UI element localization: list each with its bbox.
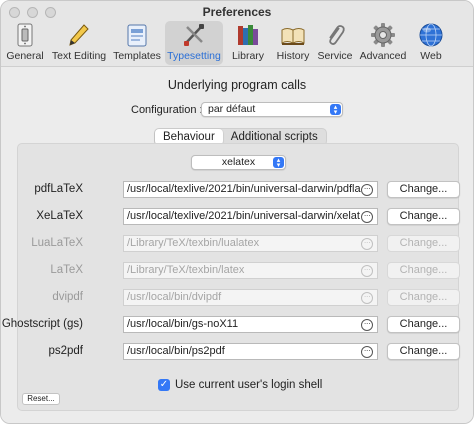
change-button-ghostscript[interactable]: Change...	[387, 316, 460, 333]
more-button-pdflatex[interactable]: ···	[358, 182, 376, 197]
toolbar-item-service[interactable]: Service	[316, 21, 354, 65]
change-button-latex: Change...	[387, 262, 460, 279]
login-shell-option[interactable]: ✓ Use current user's login shell	[158, 379, 322, 391]
toolbar-item-typesetting[interactable]: Typesetting	[165, 21, 223, 65]
preferences-window: Preferences General Text Editing Templat…	[0, 0, 474, 424]
pen-icon	[69, 24, 89, 46]
toolbar-item-advanced[interactable]: Advanced	[359, 21, 407, 65]
more-button-latex: ···	[358, 263, 376, 278]
toolbar-item-history[interactable]: History	[272, 21, 314, 65]
row-label-ghostscript: Ghostscript (gs)	[1, 318, 83, 330]
toolbar-label: Templates	[113, 50, 161, 62]
change-button-pdflatex[interactable]: Change...	[387, 181, 460, 198]
row-label-dvipdf: dvipdf	[52, 291, 83, 303]
configuration-label: Configuration :	[131, 104, 203, 116]
gear-icon	[371, 23, 395, 47]
page-title: Underlying program calls	[167, 78, 307, 92]
path-field-dvipdf: /usr/local/bin/dvipdf	[123, 289, 378, 306]
ellipsis-icon: ···	[361, 210, 373, 223]
change-button-dvipdf: Change...	[387, 289, 460, 306]
toolbar-item-text-editing[interactable]: Text Editing	[51, 21, 107, 65]
toolbar-label: Advanced	[359, 50, 407, 62]
change-button-ps2pdf[interactable]: Change...	[387, 343, 460, 360]
typesetting-tools-icon	[184, 24, 204, 46]
globe-icon	[419, 23, 443, 47]
engine-select[interactable]: xelatex ▴ ▾	[191, 155, 286, 170]
path-field-lualatex: /Library/TeX/texbin/lualatex	[123, 235, 378, 252]
toolbar-item-templates[interactable]: Templates	[111, 21, 163, 65]
more-button-ps2pdf[interactable]: ···	[358, 344, 376, 359]
preferences-toolbar: General Text Editing Templates Typesetti…	[1, 21, 473, 65]
path-field-xelatex[interactable]: /usr/local/texlive/2021/bin/universal-da…	[123, 208, 378, 225]
toolbar-item-library[interactable]: Library	[228, 21, 268, 65]
more-button-ghostscript[interactable]: ···	[358, 317, 376, 332]
light-switch-icon	[17, 23, 33, 47]
behaviour-panel: xelatex ▴ ▾ pdfLaTeX /usr/local/texlive/2…	[2, 143, 460, 411]
more-button-xelatex[interactable]: ···	[358, 209, 376, 224]
engine-value: xelatex	[221, 156, 256, 168]
row-label-xelatex: XeLaTeX	[36, 210, 83, 222]
open-book-icon	[281, 28, 305, 45]
path-field-ghostscript[interactable]: /usr/local/bin/gs-noX11	[123, 316, 378, 333]
titlebar: Preferences General Text Editing Templat…	[1, 1, 473, 67]
more-button-lualatex: ···	[358, 236, 376, 251]
row-label-ps2pdf: ps2pdf	[48, 345, 83, 357]
toolbar-label: History	[276, 50, 310, 62]
ellipsis-icon: ···	[361, 237, 373, 250]
typesetting-pane: Underlying program calls Configuration :…	[1, 67, 473, 423]
toolbar-label: Typesetting	[167, 50, 221, 62]
reset-button[interactable]: Reset...	[22, 393, 60, 405]
row-label-lualatex: LuaLaTeX	[31, 237, 83, 249]
chevron-updown-icon: ▴ ▾	[273, 157, 284, 169]
books-icon	[238, 25, 258, 45]
configuration-select[interactable]: par défaut ▴ ▾	[201, 102, 343, 117]
ellipsis-icon: ···	[361, 318, 373, 331]
ellipsis-icon: ···	[361, 264, 373, 277]
row-label-pdflatex: pdfLaTeX	[34, 183, 83, 195]
more-button-dvipdf: ···	[358, 290, 376, 305]
ellipsis-icon: ···	[361, 183, 373, 196]
change-button-xelatex[interactable]: Change...	[387, 208, 460, 225]
row-label-latex: LaTeX	[50, 264, 83, 276]
toolbar-label: Text Editing	[51, 50, 107, 62]
chevron-updown-icon: ▴ ▾	[330, 104, 341, 116]
login-shell-label: Use current user's login shell	[175, 379, 323, 391]
ellipsis-icon: ···	[361, 345, 373, 358]
path-field-ps2pdf[interactable]: /usr/local/bin/ps2pdf	[123, 343, 378, 360]
paperclip-icon	[329, 25, 345, 45]
toolbar-item-web[interactable]: Web	[415, 21, 447, 65]
path-field-latex: /Library/TeX/texbin/latex	[123, 262, 378, 279]
window-title: Preferences	[202, 5, 272, 19]
configuration-value: par défaut	[208, 103, 256, 115]
toolbar-label: Service	[317, 50, 353, 62]
toolbar-item-general[interactable]: General	[3, 21, 47, 65]
login-shell-checkbox[interactable]: ✓	[158, 379, 170, 391]
toolbar-label: Library	[231, 50, 265, 62]
toolbar-label: General	[6, 50, 44, 62]
toolbar-label: Web	[420, 50, 442, 62]
change-button-lualatex: Change...	[387, 235, 460, 252]
templates-icon	[127, 24, 147, 47]
path-field-pdflatex[interactable]: /usr/local/texlive/2021/bin/universal-da…	[123, 181, 378, 198]
ellipsis-icon: ···	[361, 291, 373, 304]
